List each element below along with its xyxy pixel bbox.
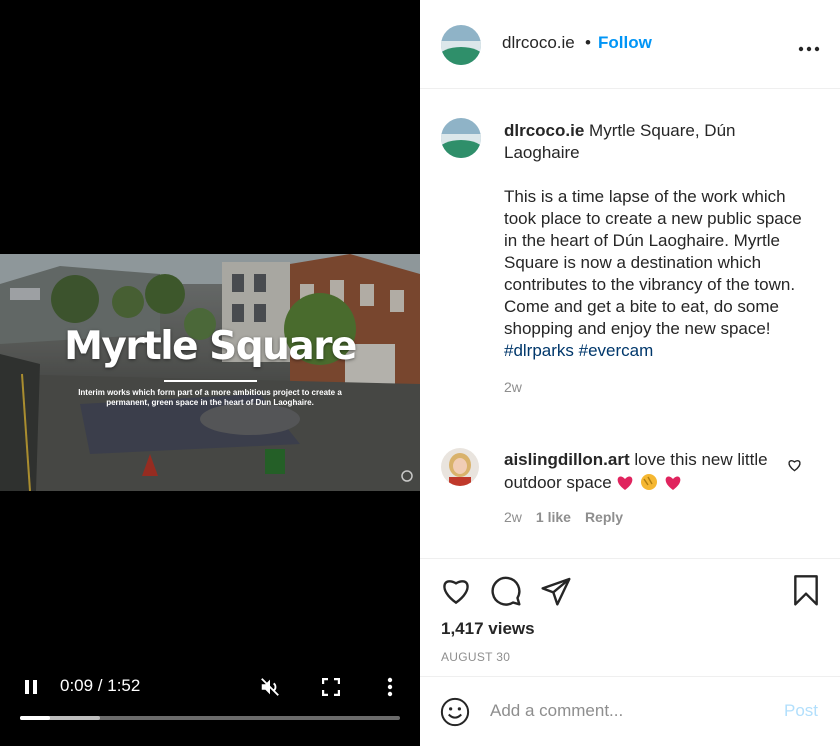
comment-username[interactable]: aislingdillon.art — [504, 450, 630, 469]
pause-button[interactable] — [20, 676, 42, 698]
save-button[interactable] — [792, 575, 820, 612]
bookmark-icon — [794, 575, 818, 606]
video-frame: Myrtle Square Interim works which form p… — [0, 254, 420, 491]
clapping-hands-icon — [641, 474, 658, 490]
comment-text: aislingdillon.art love this new little o… — [504, 449, 784, 494]
video-overlay-subtitle: Interim works which form part of a more … — [78, 388, 342, 407]
fullscreen-icon — [322, 678, 340, 696]
post-comment-button[interactable]: Post — [784, 701, 818, 721]
mute-button[interactable] — [258, 675, 282, 699]
comment-emojis — [616, 473, 681, 492]
video-time: 0:09 / 1:52 — [60, 676, 141, 695]
comment-age: 2w — [504, 509, 522, 525]
comment-like-button[interactable] — [787, 458, 803, 474]
share-button[interactable] — [540, 575, 572, 612]
heart-outline-icon — [788, 460, 801, 472]
heart-icon — [443, 580, 469, 605]
post-side-panel: dlrcoco.ie • Follow dlrcoco.ie Myrtle Sq… — [420, 0, 840, 746]
caption-username[interactable]: dlrcoco.ie — [504, 121, 584, 140]
more-horizontal-icon — [798, 46, 820, 52]
heart-emoji-icon — [618, 476, 633, 490]
author-username[interactable]: dlrcoco.ie — [502, 33, 575, 53]
commenter-avatar[interactable] — [441, 448, 479, 486]
video-more-button[interactable] — [380, 676, 400, 698]
fullscreen-button[interactable] — [320, 676, 342, 698]
caption-hashtags[interactable]: #dlrparks #evercam — [504, 340, 814, 362]
video-progress-bar[interactable] — [20, 716, 400, 720]
video-player[interactable]: Myrtle Square Interim works which form p… — [0, 0, 420, 746]
paper-plane-icon — [541, 577, 571, 606]
video-overlay-title: Myrtle Square — [64, 324, 357, 369]
more-vertical-icon — [387, 677, 393, 697]
comment-bubble-icon — [491, 576, 521, 606]
smiley-icon — [440, 697, 470, 727]
like-button[interactable] — [440, 575, 472, 610]
mute-icon — [261, 678, 279, 696]
emoji-button[interactable] — [440, 697, 470, 732]
add-comment-bar: Post — [420, 676, 840, 746]
reply-button[interactable]: Reply — [585, 509, 623, 525]
timelapse-scene — [0, 254, 420, 491]
header-separator: • — [585, 33, 591, 52]
post-options-button[interactable] — [798, 40, 820, 52]
caption-body: This is a time lapse of the work which t… — [504, 187, 802, 338]
comment-meta: 2w 1 like Reply — [504, 509, 623, 525]
heart-emoji-icon — [665, 476, 681, 490]
post-actions: 1,417 views AUGUST 30 — [420, 558, 840, 676]
follow-button[interactable]: Follow — [598, 33, 652, 53]
post-caption: dlrcoco.ie Myrtle Square, Dún Laoghaire … — [504, 120, 814, 398]
view-count[interactable]: 1,417 views — [441, 619, 535, 639]
author-avatar[interactable] — [441, 25, 481, 65]
progress-played — [20, 716, 51, 720]
caption-age: 2w — [504, 379, 522, 395]
pause-icon — [25, 680, 37, 694]
overlay-divider — [164, 380, 257, 382]
video-controls: 0:09 / 1:52 — [0, 672, 420, 702]
comment-input[interactable] — [490, 701, 770, 721]
post-date: AUGUST 30 — [441, 650, 511, 664]
post-header: dlrcoco.ie • Follow — [420, 0, 840, 89]
caption-avatar[interactable] — [441, 118, 481, 158]
comment-likes[interactable]: 1 like — [536, 509, 571, 525]
comment-button[interactable] — [490, 575, 522, 612]
